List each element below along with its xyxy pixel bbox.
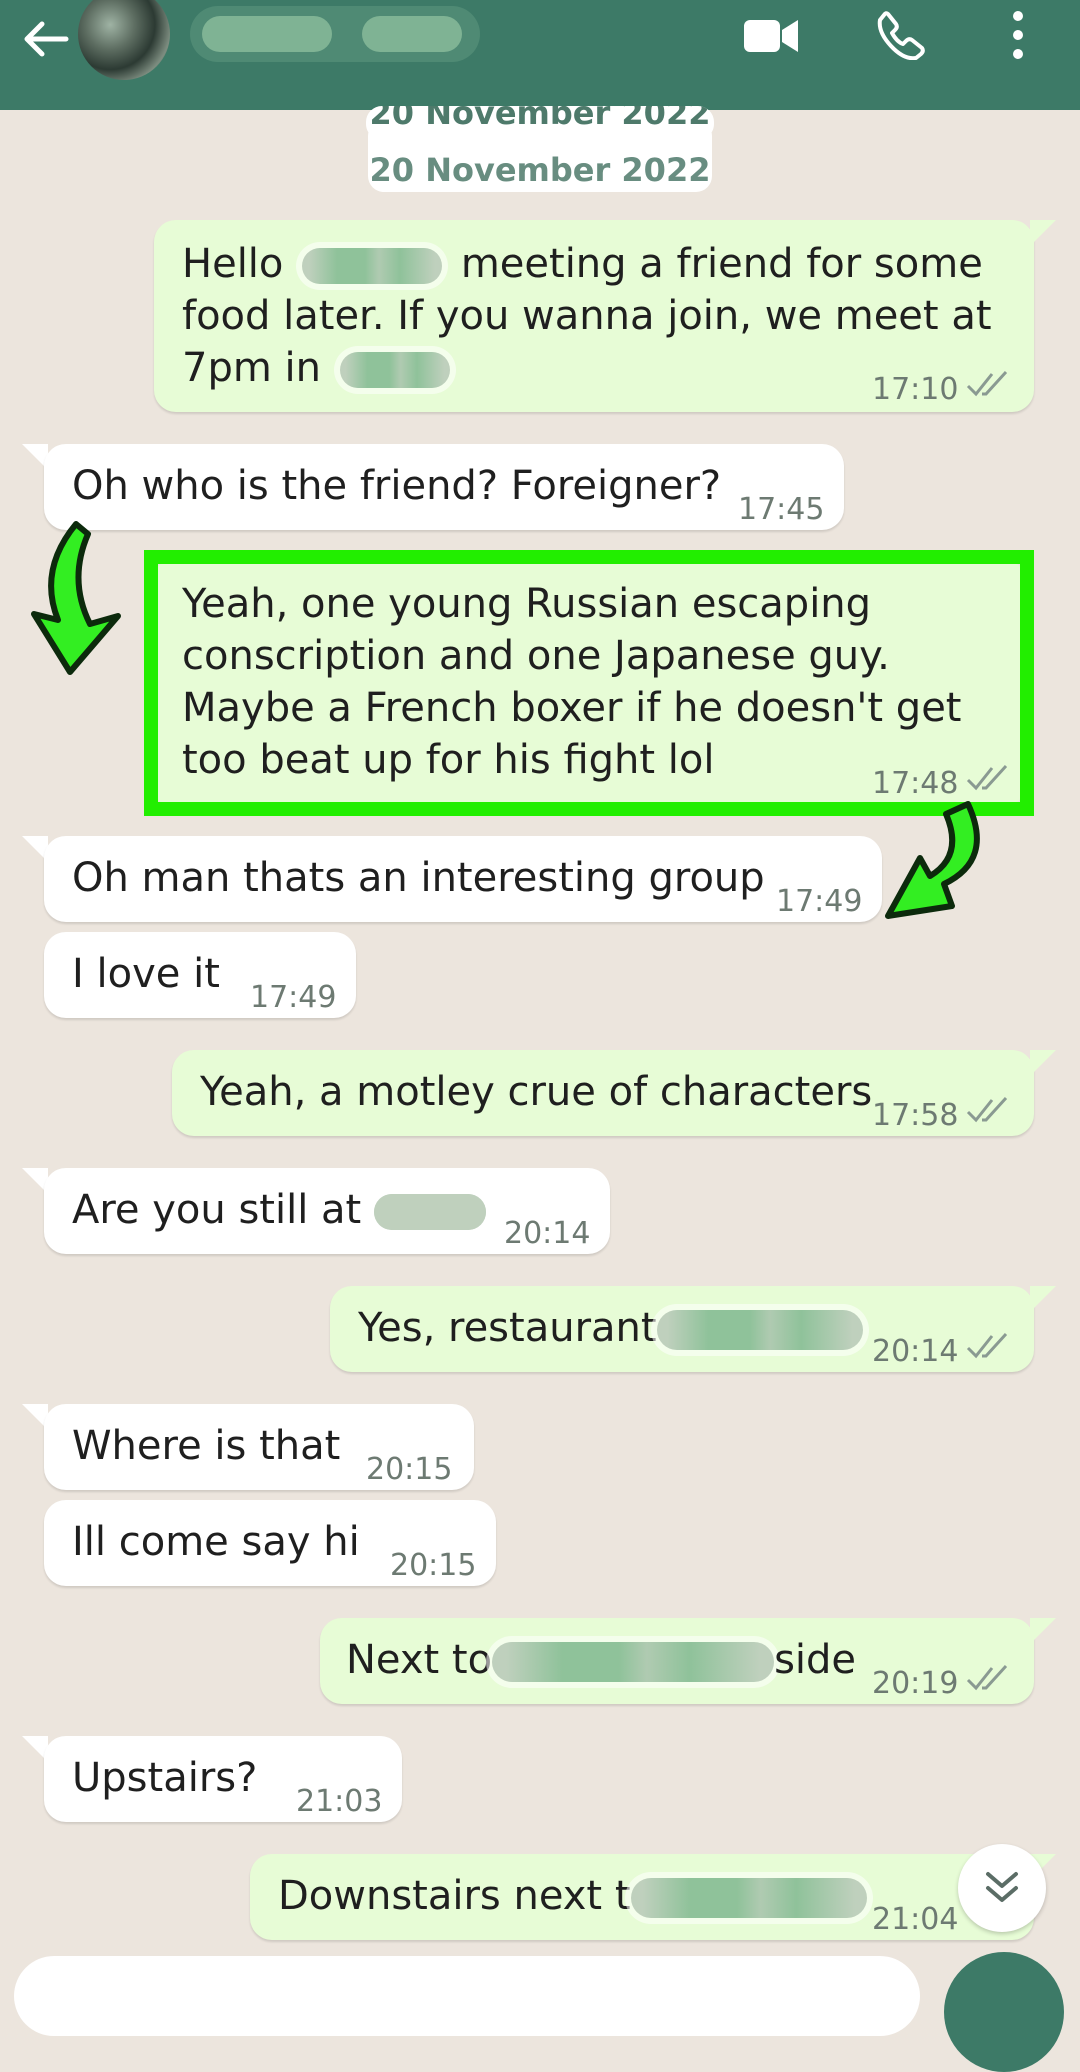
message-incoming[interactable]: Upstairs? 21:03 bbox=[44, 1736, 402, 1822]
date-separator: 20 November 2022 bbox=[366, 106, 714, 140]
avatar[interactable] bbox=[78, 0, 170, 80]
message-text: Hello bbox=[182, 241, 284, 287]
message-time: 17:45 bbox=[738, 492, 825, 527]
message-outgoing[interactable]: Yeah, a motley crue of characters 17:58 bbox=[172, 1050, 1034, 1136]
redacted-place bbox=[339, 352, 450, 388]
message-text: Yes, restaurant bbox=[358, 1305, 657, 1351]
message-text: Downstairs next t bbox=[278, 1873, 631, 1919]
message-text: Ill come say hi bbox=[72, 1519, 360, 1565]
message-text: Upstairs? bbox=[72, 1755, 258, 1801]
redacted-name bbox=[656, 1310, 863, 1350]
redacted-place bbox=[373, 1194, 486, 1230]
redacted-place bbox=[630, 1878, 867, 1918]
double-chevron-down-icon bbox=[986, 1872, 1018, 1902]
double-check-icon bbox=[966, 764, 1008, 791]
message-incoming[interactable]: Oh who is the friend? Foreigner? 17:45 bbox=[44, 444, 844, 530]
message-time: 21:03 bbox=[296, 1784, 383, 1819]
video-camera-icon[interactable] bbox=[742, 14, 800, 58]
double-check-icon bbox=[966, 370, 1008, 397]
message-text: I love it bbox=[72, 951, 220, 997]
message-text: Yeah, a motley crue of characters bbox=[200, 1069, 873, 1115]
message-incoming[interactable]: I love it 17:49 bbox=[44, 932, 356, 1018]
message-text: Next to bbox=[346, 1637, 493, 1683]
redacted-place bbox=[492, 1642, 775, 1682]
mic-button[interactable] bbox=[944, 1952, 1064, 2072]
double-check-icon bbox=[966, 1096, 1008, 1123]
more-vertical-icon[interactable] bbox=[1006, 10, 1030, 60]
message-time: 17:58 bbox=[872, 1098, 959, 1133]
message-text: Where is that bbox=[72, 1423, 341, 1469]
message-incoming[interactable]: Oh man thats an interesting group 17:49 bbox=[44, 836, 882, 922]
message-time: 20:15 bbox=[390, 1548, 477, 1583]
arrow-annotation-icon bbox=[31, 521, 121, 675]
message-outgoing[interactable]: Downstairs next t 21:04 bbox=[250, 1854, 1034, 1940]
message-time: 20:14 bbox=[872, 1334, 959, 1369]
arrow-annotation-icon bbox=[885, 801, 980, 919]
scroll-to-bottom-button[interactable] bbox=[958, 1844, 1046, 1932]
phone-icon[interactable] bbox=[876, 10, 926, 60]
arrow-left-icon[interactable] bbox=[18, 12, 72, 66]
message-time: 17:49 bbox=[250, 980, 337, 1015]
message-time: 17:10 bbox=[872, 372, 959, 407]
message-text: Are you still at bbox=[72, 1187, 362, 1233]
message-text: Oh who is the friend? Foreigner? bbox=[72, 463, 722, 509]
redacted-name bbox=[302, 248, 443, 284]
message-outgoing[interactable]: Yeah, one young Russian escaping conscri… bbox=[158, 564, 1020, 802]
message-time: 20:19 bbox=[872, 1666, 959, 1701]
double-check-icon bbox=[966, 1332, 1008, 1359]
message-text: Oh man thats an interesting group bbox=[72, 855, 765, 901]
message-outgoing[interactable]: Yes, restaurant 20:14 bbox=[330, 1286, 1034, 1372]
message-time: 17:49 bbox=[776, 884, 863, 919]
message-incoming[interactable]: Ill come say hi 20:15 bbox=[44, 1500, 496, 1586]
message-incoming[interactable]: Are you still at 20:14 bbox=[44, 1168, 610, 1254]
message-time: 20:14 bbox=[504, 1216, 591, 1251]
contact-name-redacted[interactable] bbox=[190, 6, 480, 62]
double-check-icon bbox=[966, 1664, 1008, 1691]
message-outgoing[interactable]: Hello meeting a friend for some food lat… bbox=[154, 220, 1034, 412]
message-incoming[interactable]: Where is that 20:15 bbox=[44, 1404, 474, 1490]
chat-header bbox=[0, 0, 1080, 110]
message-input-bar[interactable] bbox=[14, 1956, 920, 2036]
message-time: 20:15 bbox=[366, 1452, 453, 1487]
message-outgoing[interactable]: Next to side 20:19 bbox=[320, 1618, 1034, 1704]
message-time: 21:04 bbox=[872, 1902, 959, 1937]
